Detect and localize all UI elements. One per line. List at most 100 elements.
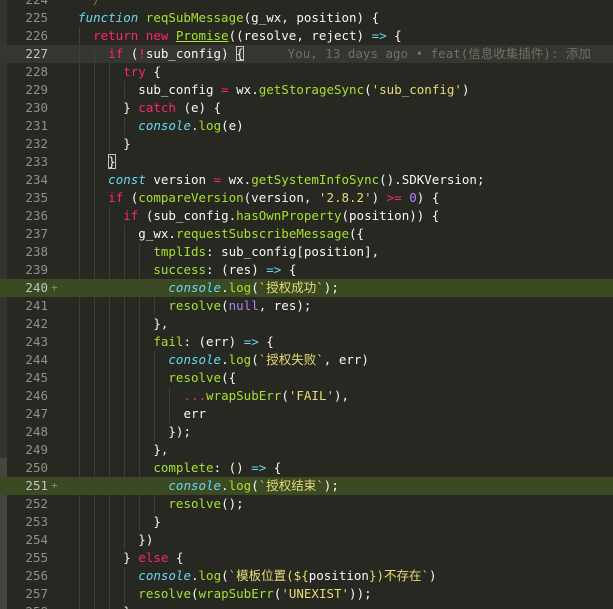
indent-guide [138, 495, 140, 513]
code-token: . [221, 280, 229, 295]
code-line[interactable]: 238 tmplIds: sub_config[position], [0, 243, 613, 261]
indent-guide [123, 495, 125, 513]
indent-guide [123, 405, 125, 423]
indent-guide [93, 441, 95, 459]
indent-guide [93, 135, 95, 153]
code-token: success [153, 262, 207, 277]
code-line[interactable]: 241 resolve(null, res); [0, 297, 613, 315]
code-token: } [123, 136, 131, 151]
code-token: resolve [168, 370, 222, 385]
indent-guide [78, 243, 80, 261]
code-line[interactable]: 236 if (sub_config.hasOwnProperty(positio… [0, 207, 613, 225]
indent-guide [78, 423, 80, 441]
code-line[interactable]: 242}, [0, 315, 613, 333]
code-token: 'sub_config' [371, 82, 462, 97]
code-line[interactable]: 249}, [0, 441, 613, 459]
code-line[interactable]: 234 const version = wx.getSystemInfoSync(… [0, 171, 613, 189]
indent-guide [78, 207, 80, 225]
indent-guide [78, 441, 80, 459]
indent-guide [123, 333, 125, 351]
indent-guide [93, 153, 95, 171]
indent-guide [93, 387, 95, 405]
indent-guide [108, 603, 110, 609]
indent-guide [93, 117, 95, 135]
code-line[interactable]: 244 console.log(`授权失败`, err) [0, 351, 613, 369]
code-line[interactable]: 253} [0, 513, 613, 531]
code-token: ({ [221, 370, 237, 385]
code-line[interactable]: 233} [0, 153, 613, 171]
line-number: 235 [25, 190, 48, 205]
indent-guide [123, 315, 125, 333]
indent-guide [108, 567, 110, 585]
indent-guide [93, 81, 95, 99]
code-line[interactable]: 237 g_wx.requestSubscribeMessage({ [0, 225, 613, 243]
code-line[interactable]: 245 resolve({ [0, 369, 613, 387]
code-line[interactable]: 230} catch (e) { [0, 99, 613, 117]
code-line[interactable]: 235 if (compareVersion(version, '2.8.2') … [0, 189, 613, 207]
code-line[interactable]: 247 err [0, 405, 613, 423]
code-line[interactable]: 258} [0, 603, 613, 609]
code-token: } [108, 154, 116, 169]
code-line[interactable]: 248}); [0, 423, 613, 441]
code-token: ( [123, 190, 139, 205]
code-text: resolve(); [168, 495, 243, 513]
code-text: console.log(`模板位置(${position})不存在`) [138, 567, 436, 585]
indent-guide [108, 225, 110, 243]
code-line[interactable]: 256 console.log(`模板位置(${position})不存在`) [0, 567, 613, 585]
code-token: 0 [409, 190, 417, 205]
code-line[interactable]: 246 ...wrapSubErr('FAIL'), [0, 387, 613, 405]
code-line[interactable]: 257 resolve(wrapSubErr('UNEXIST')); [0, 585, 613, 603]
code-token: ( [221, 568, 229, 583]
indent-guide [93, 45, 95, 63]
code-token: = [221, 82, 229, 97]
indent-guide [108, 441, 110, 459]
code-token: 'FAIL' [288, 388, 334, 403]
code-line[interactable]: 250 complete: () => { [0, 459, 613, 477]
code-text: fail: (err) => { [153, 333, 273, 351]
code-line[interactable]: 252 resolve(); [0, 495, 613, 513]
indent-guide [153, 297, 155, 315]
code-token: `模板位置(${ [228, 568, 309, 583]
code-line[interactable]: 227 if (!sub_config) {You, 13 days ago • … [0, 45, 613, 63]
indent-guide [168, 387, 170, 405]
code-line[interactable]: 231 console.log(e) [0, 117, 613, 135]
code-token: })不存在` [368, 568, 430, 583]
code-token: log [228, 352, 252, 367]
code-token: { [236, 46, 244, 61]
code-line[interactable]: 229 sub_config = wx.getStorageSync('sub_c… [0, 81, 613, 99]
code-line[interactable]: 226 return new Promise((resolve, reject) … [0, 27, 613, 45]
code-token: resolve [168, 496, 222, 511]
code-line[interactable]: 239 success: (res) => { [0, 261, 613, 279]
line-number: 242 [25, 316, 48, 331]
code-line[interactable]: 254}) [0, 531, 613, 549]
indent-guide [108, 387, 110, 405]
code-token: ! [138, 46, 146, 61]
code-line[interactable]: 228 try { [0, 63, 613, 81]
indent-guide [123, 441, 125, 459]
code-line[interactable]: 224 */ [0, 0, 613, 9]
line-number: 245 [25, 370, 48, 385]
code-editor[interactable]: 224 */225function reqSubMessage(g_wx, po… [0, 0, 613, 609]
code-token: sub_config [138, 82, 222, 97]
code-text: console.log(`授权成功`); [168, 279, 338, 297]
line-number: 249 [25, 442, 48, 457]
indent-guide [78, 315, 80, 333]
code-line[interactable]: 251 + console.log(`授权结束`); [0, 477, 613, 495]
indent-guide [93, 369, 95, 387]
indent-guide [78, 477, 80, 495]
code-token: Promise [175, 28, 229, 43]
code-line[interactable]: 255} else { [0, 549, 613, 567]
code-text: */ [78, 0, 101, 9]
indent-guide [153, 279, 155, 297]
code-line[interactable]: 243 fail: (err) => { [0, 333, 613, 351]
indent-guide [93, 189, 95, 207]
code-token: console [138, 568, 191, 583]
line-number: 230 [25, 100, 48, 115]
code-line[interactable]: 225 function reqSubMessage(g_wx, position… [0, 9, 613, 27]
indent-guide [93, 477, 95, 495]
code-token: )); [349, 586, 372, 601]
indent-guide [108, 513, 110, 531]
code-line[interactable]: 232} [0, 135, 613, 153]
code-token: (sub_config. [138, 208, 237, 223]
code-line[interactable]: 240 + console.log(`授权成功`); [0, 279, 613, 297]
